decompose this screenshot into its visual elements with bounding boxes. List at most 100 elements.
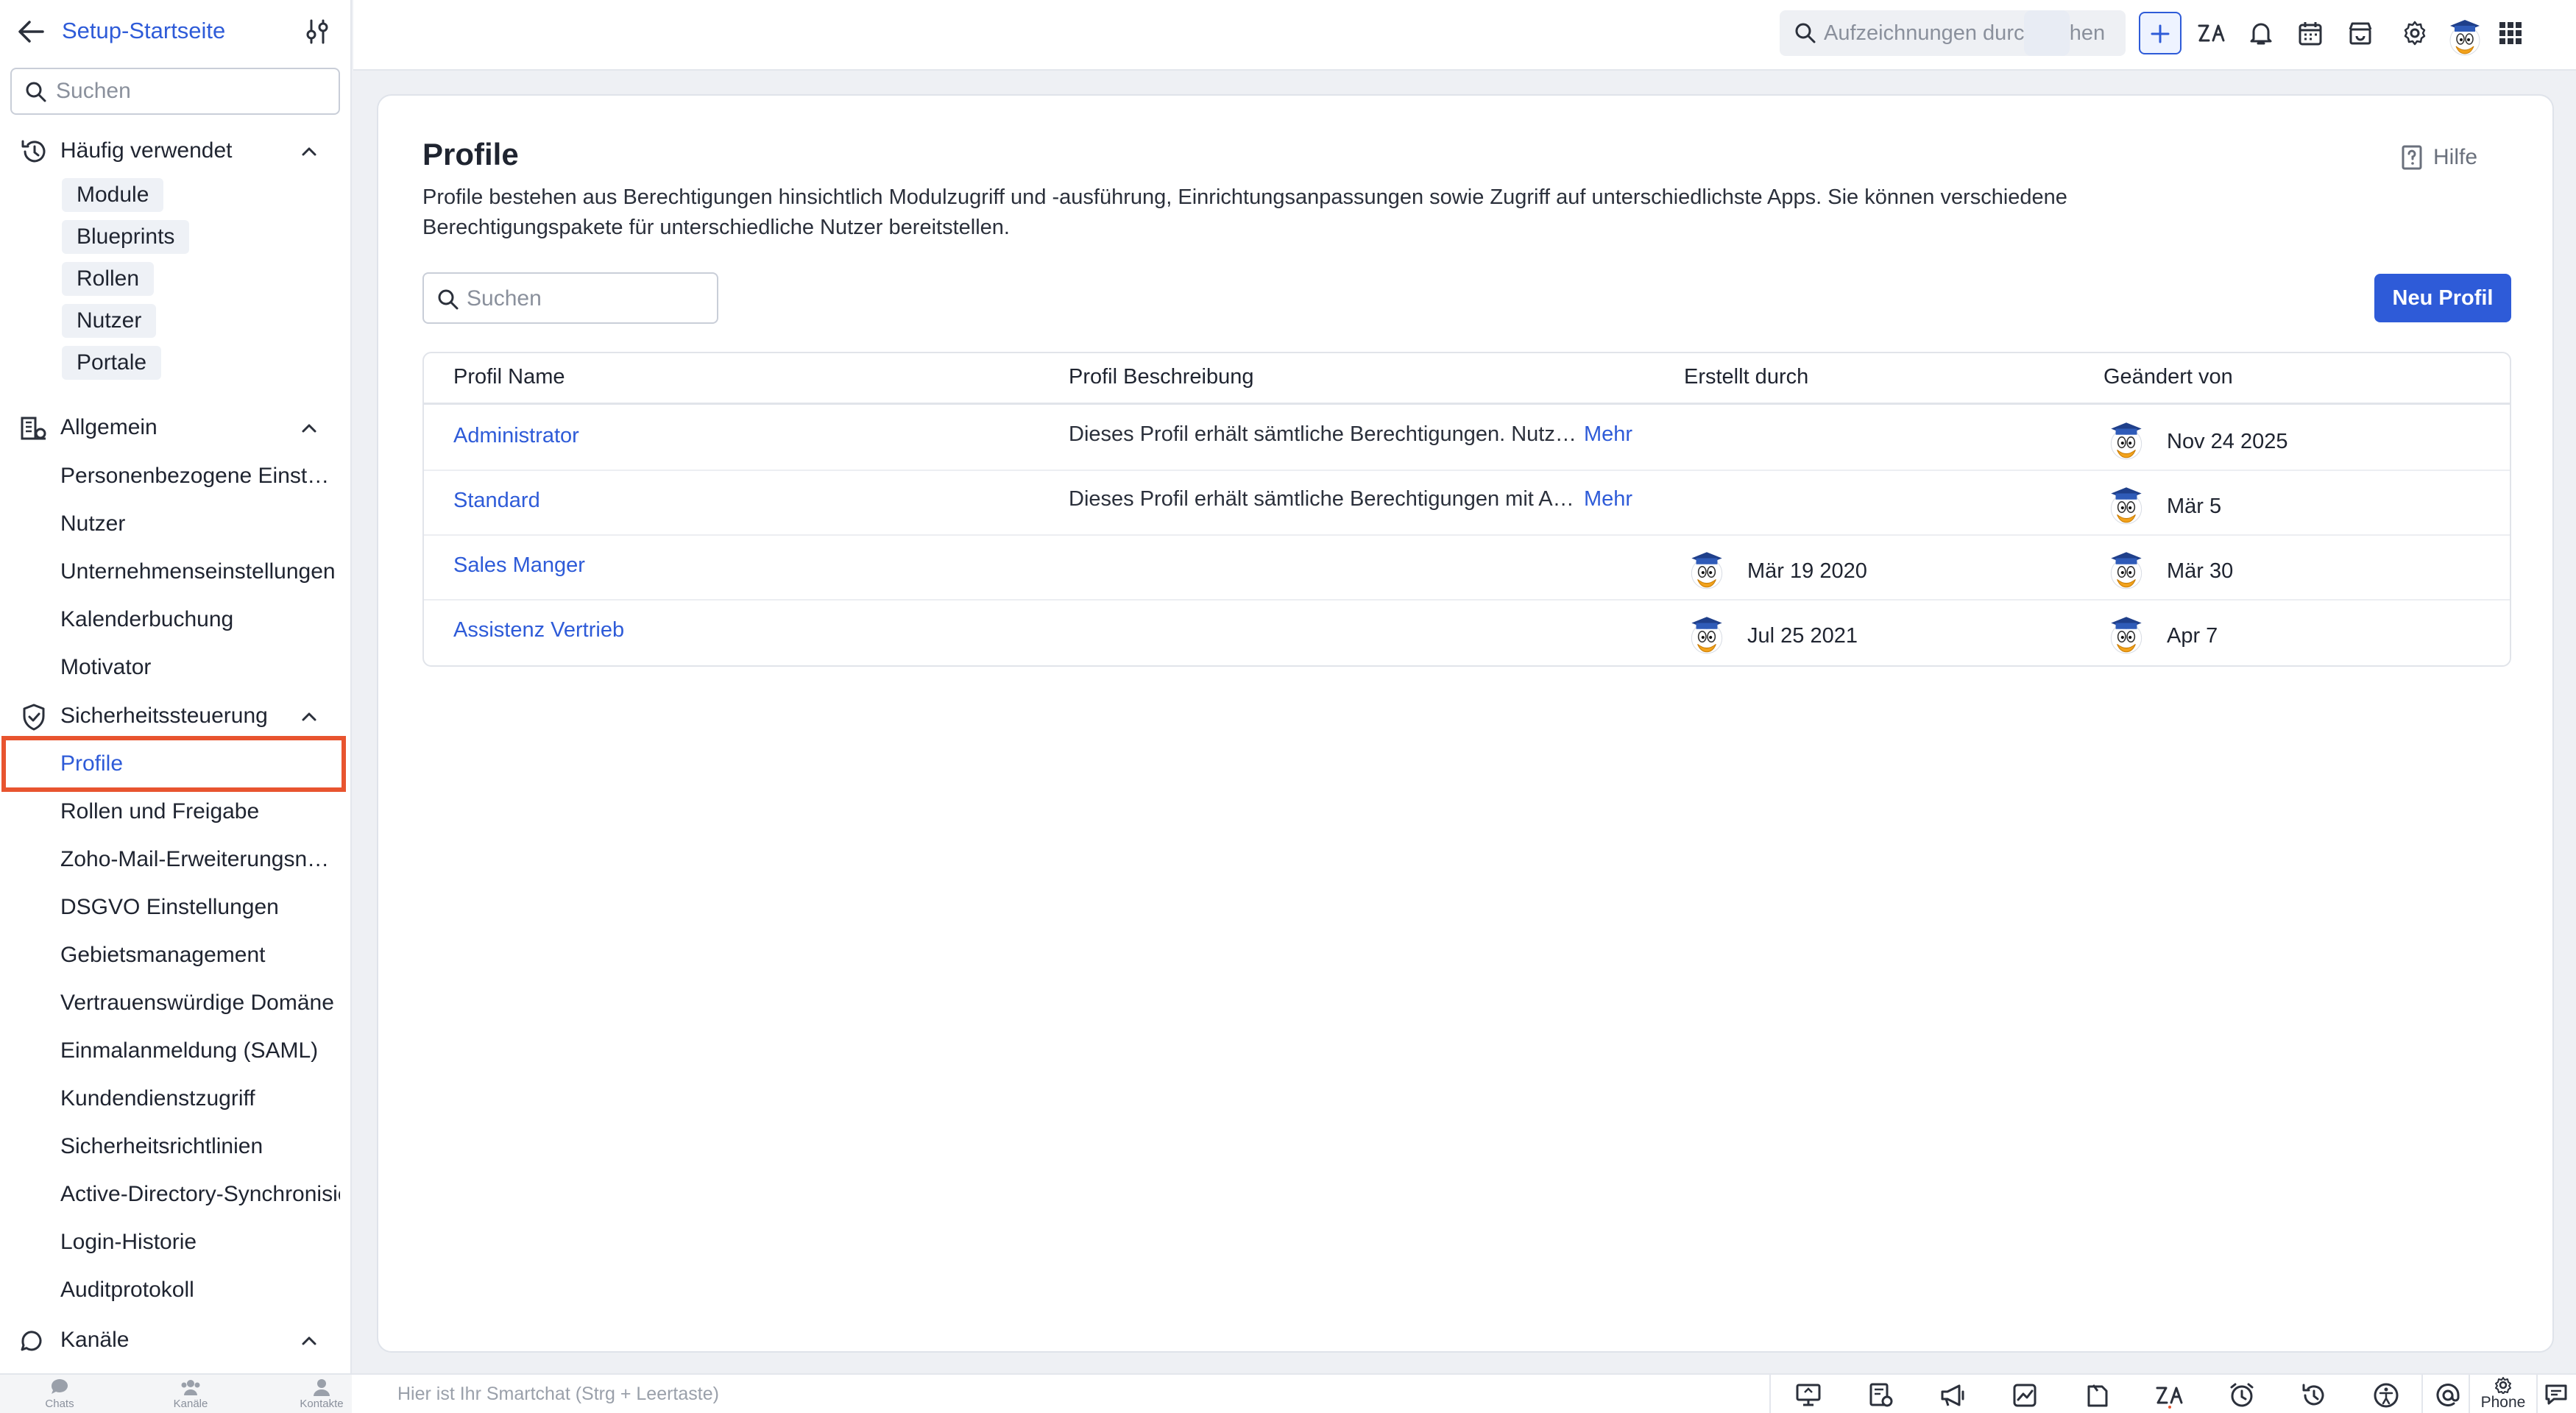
- created-date: Mär 19 2020: [1747, 559, 1867, 583]
- sidebar-item-territory-management[interactable]: Gebietsmanagement: [60, 943, 340, 981]
- profiles-page: Profile Hilfe Profile bestehen aus Berec…: [377, 94, 2554, 1353]
- sidebar-item-trusted-domain[interactable]: Vertrauenswürdige Domäne: [60, 991, 340, 1029]
- sidebar-item-audit-log[interactable]: Auditprotokoll: [60, 1278, 340, 1316]
- sidebar-item-calendar-booking[interactable]: Kalenderbuchung: [60, 607, 340, 645]
- tab-channels[interactable]: Kanäle: [158, 1378, 224, 1413]
- help-link[interactable]: Hilfe: [2401, 141, 2477, 174]
- app-grid-icon[interactable]: [2492, 15, 2529, 52]
- sidebar-item-support-access[interactable]: Kundendienstzugriff: [60, 1086, 340, 1125]
- sidebar-item-roles-sharing[interactable]: Rollen und Freigabe: [60, 799, 340, 837]
- created-date: Jul 25 2021: [1747, 624, 1858, 648]
- screen-share-icon[interactable]: [1794, 1382, 1824, 1409]
- chevron-up-icon[interactable]: [299, 418, 319, 439]
- modified-date: Apr 7: [2167, 624, 2218, 648]
- profile-search-input[interactable]: [467, 284, 710, 314]
- mention-icon[interactable]: [2433, 1382, 2463, 1409]
- column-header-profile-description[interactable]: Profil Beschreibung: [1069, 365, 1253, 389]
- smartchat-input[interactable]: Hier ist Ihr Smartchat (Strg + Leertaste…: [397, 1384, 719, 1405]
- page-title: Profile: [422, 137, 519, 171]
- back-arrow-icon[interactable]: [16, 18, 46, 45]
- user-avatar[interactable]: [2442, 10, 2488, 56]
- chevron-up-icon[interactable]: [299, 706, 319, 727]
- profile-name-link[interactable]: Assistenz Vertrieb: [453, 618, 624, 642]
- table-header: Profil Name Profil Beschreibung Erstellt…: [424, 353, 2510, 405]
- tab-chats[interactable]: Chats: [26, 1378, 93, 1413]
- sidebar-item-motivator[interactable]: Motivator: [60, 655, 340, 693]
- history-icon[interactable]: [2299, 1382, 2329, 1409]
- section-general-label: Allgemein: [60, 415, 158, 439]
- setup-home-link[interactable]: Setup-Startseite: [62, 18, 225, 44]
- sidebar-search[interactable]: [10, 68, 340, 115]
- sidebar-item-security-policies[interactable]: Sicherheitsrichtlinien: [60, 1134, 340, 1172]
- phone-button[interactable]: Phone: [2476, 1376, 2530, 1412]
- sidebar-item-profiles[interactable]: Profile: [60, 751, 340, 790]
- creator-avatar: [1684, 548, 1730, 593]
- more-link[interactable]: Mehr: [1584, 422, 1632, 447]
- chevron-up-icon[interactable]: [299, 141, 319, 162]
- bell-icon[interactable]: [2243, 15, 2279, 52]
- modifier-avatar: [2103, 612, 2149, 658]
- alarm-clock-icon[interactable]: [2227, 1382, 2257, 1409]
- quick-link-blueprints[interactable]: Blueprints: [62, 220, 190, 254]
- create-new-button[interactable]: [2139, 12, 2182, 54]
- bottom-toolbar: Phone: [1769, 1375, 2576, 1413]
- sidebar-item-company-settings[interactable]: Unternehmenseinstellungen: [60, 559, 340, 598]
- analytics-icon[interactable]: [2011, 1382, 2040, 1409]
- creator-avatar: [1684, 612, 1730, 658]
- more-link[interactable]: Mehr: [1584, 487, 1632, 511]
- divider: [2469, 1375, 2470, 1413]
- tab-chats-label: Chats: [45, 1398, 74, 1410]
- filter-settings-icon[interactable]: [305, 18, 330, 45]
- table-row[interactable]: Assistenz Vertrieb Jul 25 2021 Apr 7: [424, 601, 2510, 665]
- feedback-icon[interactable]: [2544, 1382, 2570, 1409]
- section-security[interactable]: Sicherheitssteuerung: [0, 693, 350, 737]
- section-frequent[interactable]: Häufig verwendet: [0, 128, 350, 172]
- profile-name-link[interactable]: Standard: [453, 489, 540, 513]
- quick-link-nutzer[interactable]: Nutzer: [62, 304, 157, 338]
- calendar-icon[interactable]: [2292, 15, 2329, 52]
- quick-link-module[interactable]: Module: [62, 178, 164, 212]
- sidebar-item-gdpr[interactable]: DSGVO Einstellungen: [60, 895, 340, 933]
- profile-name-link[interactable]: Sales Manger: [453, 553, 585, 578]
- tab-contacts[interactable]: Kontakte: [289, 1378, 355, 1413]
- zia-icon[interactable]: [2155, 1382, 2184, 1409]
- sidebar-item-saml[interactable]: Einmalanmeldung (SAML): [60, 1038, 340, 1077]
- sidebar-item-login-history[interactable]: Login-Historie: [60, 1230, 340, 1268]
- search-icon: [438, 289, 459, 310]
- modifier-avatar: [2103, 548, 2149, 593]
- table-row[interactable]: Sales Manger Mär 19 2020 Mär 30: [424, 536, 2510, 601]
- sidebar-search-input[interactable]: [56, 77, 328, 106]
- column-header-modified-by[interactable]: Geändert von: [2103, 365, 2233, 389]
- sidebar-item-users[interactable]: Nutzer: [60, 511, 340, 550]
- chevron-up-icon[interactable]: [299, 1331, 319, 1351]
- quick-link-portale[interactable]: Portale: [62, 346, 162, 380]
- column-header-created-by[interactable]: Erstellt durch: [1684, 365, 1808, 389]
- column-header-profile-name[interactable]: Profil Name: [453, 365, 565, 389]
- gear-icon[interactable]: [2396, 15, 2433, 52]
- profile-search[interactable]: [422, 272, 718, 324]
- section-general[interactable]: Allgemein: [0, 405, 350, 449]
- global-search-input[interactable]: [1824, 19, 2118, 47]
- table-row[interactable]: Standard Dieses Profil erhält sämtliche …: [424, 471, 2510, 536]
- table-row[interactable]: Administrator Dieses Profil erhält sämtl…: [424, 406, 2510, 471]
- profiles-table: Profil Name Profil Beschreibung Erstellt…: [422, 352, 2511, 667]
- sidebar-item-zoho-mail-add-on[interactable]: Zoho-Mail-Erweiterungsnutzer: [60, 847, 340, 885]
- marketplace-icon[interactable]: [2342, 15, 2379, 52]
- new-profile-button[interactable]: Neu Profil: [2374, 274, 2511, 322]
- divider: [2421, 1375, 2423, 1413]
- quick-link-rollen[interactable]: Rollen: [62, 262, 155, 296]
- person-icon: [314, 1379, 330, 1396]
- section-channels[interactable]: Kanäle: [0, 1317, 350, 1361]
- settings-active-bg: [2024, 10, 2070, 56]
- sidebar-item-active-directory-sync[interactable]: Active-Directory-Synchronisierung: [60, 1182, 340, 1220]
- profile-name-link[interactable]: Administrator: [453, 424, 579, 448]
- building-settings-icon: [19, 414, 49, 443]
- help-label: Hilfe: [2433, 145, 2478, 169]
- megaphone-icon[interactable]: [1939, 1382, 1968, 1409]
- global-search[interactable]: [1780, 10, 2126, 56]
- sidebar-item-personal-settings[interactable]: Personenbezogene Einstellungen: [60, 464, 340, 502]
- zia-icon[interactable]: [2193, 15, 2230, 52]
- document-settings-icon[interactable]: [1866, 1382, 1896, 1409]
- pin-note-icon[interactable]: [2083, 1382, 2112, 1409]
- accessibility-icon[interactable]: [2371, 1382, 2401, 1409]
